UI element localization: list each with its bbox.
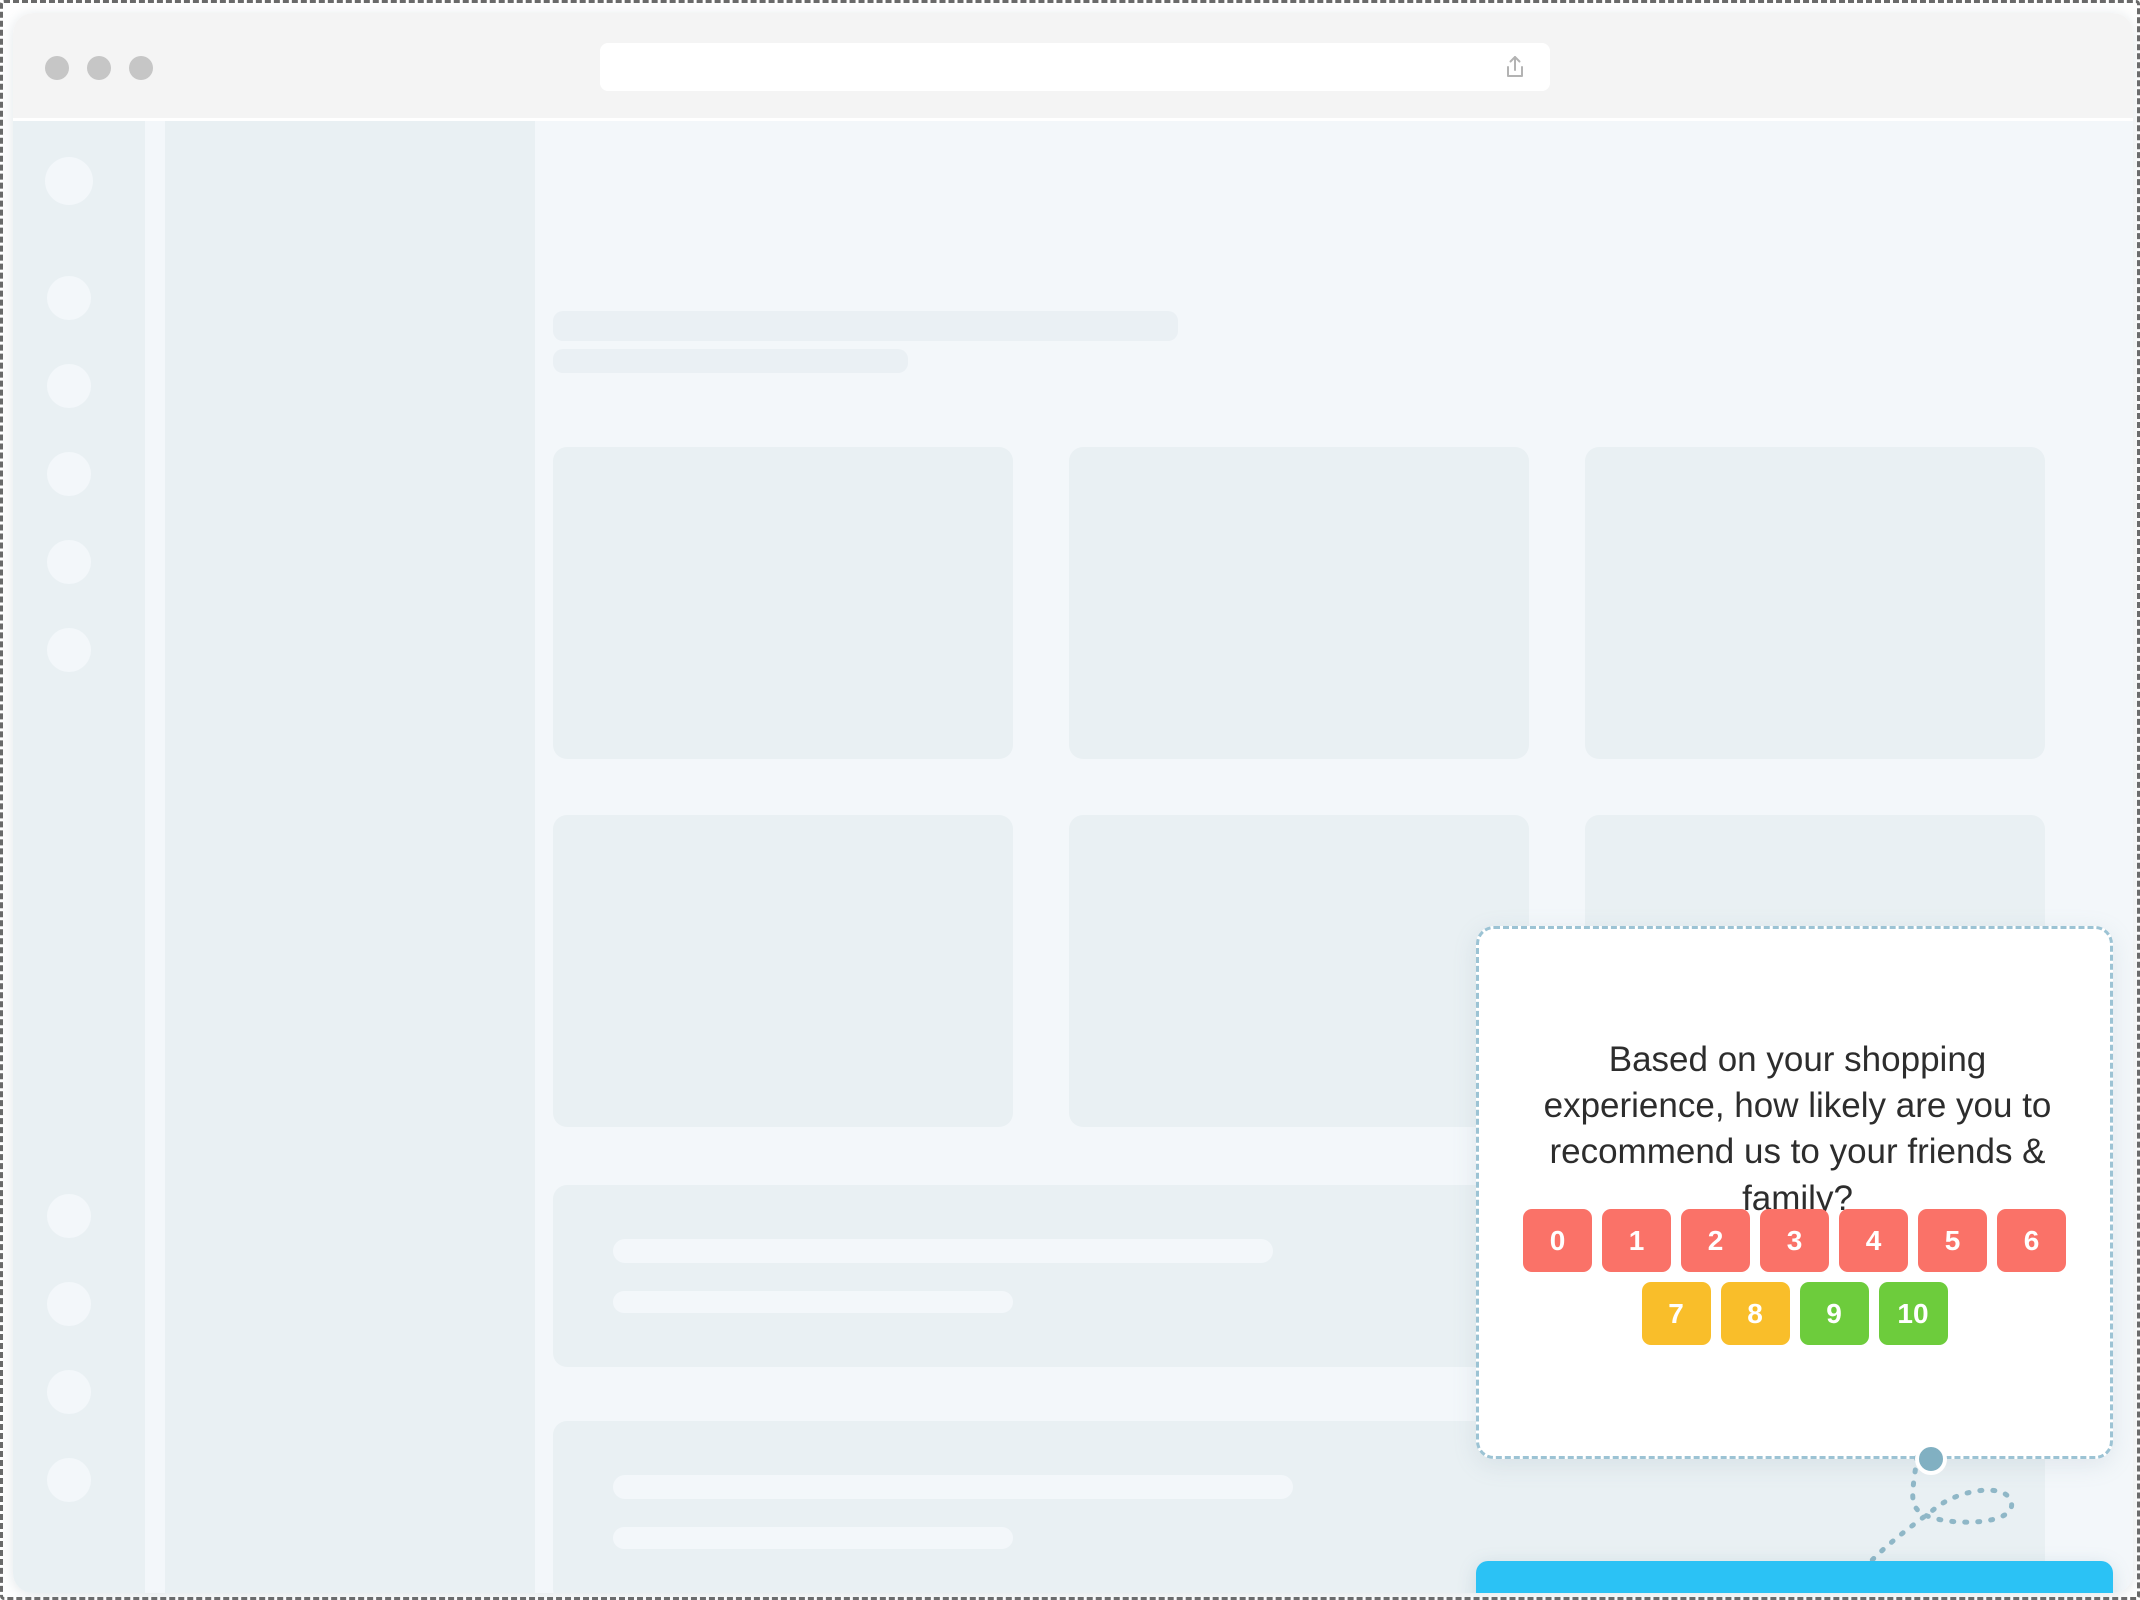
address-bar[interactable]	[600, 43, 1550, 91]
screenshot-frame: Based on your shopping experience, how l…	[0, 0, 2140, 1600]
share-icon[interactable]	[1502, 54, 1528, 80]
skeleton-heading-bar-0	[553, 311, 1178, 341]
sidebar-rail-item-9[interactable]	[47, 1458, 91, 1502]
skeleton-row-line-0-0	[613, 1239, 1273, 1263]
sidebar-rail-item-1[interactable]	[47, 276, 91, 320]
nps-score-button-1[interactable]: 1	[1602, 1209, 1671, 1272]
sidebar-rail-item-8[interactable]	[47, 1370, 91, 1414]
skeleton-card-1	[1069, 447, 1529, 759]
sidebar-rail-item-0[interactable]	[45, 157, 93, 205]
nps-passive-promoter-row: 7 8 9 10	[1479, 1282, 2110, 1345]
sidebar-nav-panel	[165, 121, 535, 1593]
maximize-dot-icon[interactable]	[129, 56, 153, 80]
skeleton-card-3	[553, 815, 1013, 1127]
sidebar-rail-item-6[interactable]	[47, 1194, 91, 1238]
nps-score-button-10[interactable]: 10	[1878, 1282, 1948, 1345]
nps-score-scale: 0123456 7 8 9 10	[1479, 1209, 2110, 1355]
skeleton-row-line-1-0	[613, 1475, 1293, 1499]
browser-window: Based on your shopping experience, how l…	[13, 13, 2133, 1593]
minimize-dot-icon[interactable]	[87, 56, 111, 80]
survey-question: Based on your shopping experience, how l…	[1543, 1040, 2052, 1218]
nps-score-button-8[interactable]: 8	[1720, 1282, 1790, 1345]
skeleton-card-0	[553, 447, 1013, 759]
sidebar-rail-item-2[interactable]	[47, 364, 91, 408]
sidebar-rail-item-3[interactable]	[47, 452, 91, 496]
close-dot-icon[interactable]	[45, 56, 69, 80]
nps-score-button-4[interactable]: 4	[1839, 1209, 1908, 1272]
nps-score-button-0[interactable]: 0	[1523, 1209, 1592, 1272]
skeleton-row-line-0-1	[613, 1291, 1013, 1313]
nps-detractor-row: 0123456	[1479, 1209, 2110, 1272]
skeleton-card-2	[1585, 447, 2045, 759]
nps-score-button-3[interactable]: 3	[1760, 1209, 1829, 1272]
browser-chrome	[13, 13, 2133, 118]
connector-dot-icon	[1915, 1443, 1947, 1475]
nps-score-button-5[interactable]: 5	[1918, 1209, 1987, 1272]
traffic-lights	[45, 56, 153, 80]
sidebar-rail-item-7[interactable]	[47, 1282, 91, 1326]
nps-score-button-7[interactable]: 7	[1641, 1282, 1711, 1345]
give-feedback-button[interactable]: Give us your feedback	[1476, 1561, 2113, 1593]
page-viewport: Based on your shopping experience, how l…	[13, 121, 2133, 1593]
skeleton-card-4	[1069, 815, 1529, 1127]
skeleton-heading-bar-1	[553, 349, 908, 373]
address-input[interactable]	[600, 43, 1480, 91]
sidebar-rail-item-4[interactable]	[47, 540, 91, 584]
sidebar-rail-item-5[interactable]	[47, 628, 91, 672]
skeleton-row-line-1-1	[613, 1527, 1013, 1549]
nps-score-button-2[interactable]: 2	[1681, 1209, 1750, 1272]
nps-score-button-6[interactable]: 6	[1997, 1209, 2066, 1272]
nps-score-button-9[interactable]: 9	[1799, 1282, 1869, 1345]
sidebar-icon-rail	[13, 121, 145, 1593]
nps-survey-card: Based on your shopping experience, how l…	[1476, 926, 2113, 1459]
